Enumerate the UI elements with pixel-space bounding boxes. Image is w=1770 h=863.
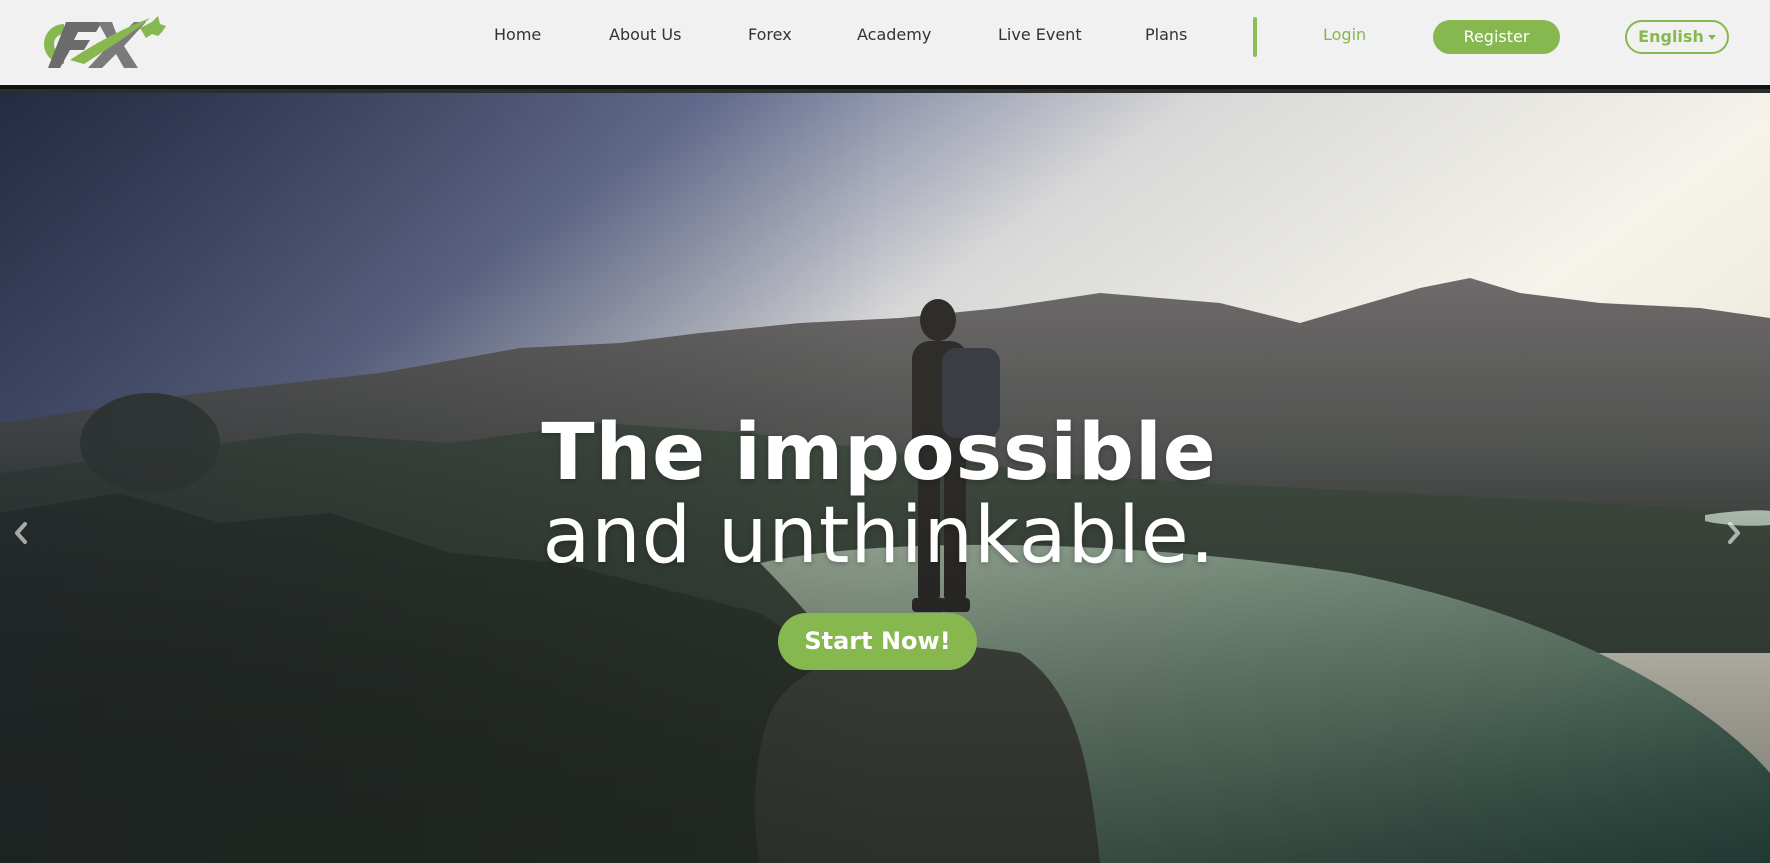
nav-item-about-us[interactable]: About Us: [609, 25, 681, 44]
language-label: English: [1638, 27, 1704, 46]
nav-item-live-event[interactable]: Live Event: [998, 25, 1082, 44]
hero-subtitle: and unthinkable.: [542, 491, 1216, 581]
nav-item-academy[interactable]: Academy: [857, 25, 931, 44]
carousel-prev-button[interactable]: [9, 518, 33, 548]
chevron-left-icon: [15, 522, 27, 544]
hero-title: The impossible: [541, 408, 1217, 498]
chevron-right-icon: [1728, 522, 1740, 544]
nav-item-forex[interactable]: Forex: [748, 25, 792, 44]
hero-banner: The impossible and unthinkable. Start No…: [0, 93, 1770, 863]
start-now-button[interactable]: Start Now!: [778, 613, 977, 670]
language-select[interactable]: English: [1625, 20, 1729, 54]
caret-down-icon: [1707, 35, 1716, 40]
main-nav: Home About Us Forex Academy Live Event P…: [0, 0, 1770, 72]
site-header: Home About Us Forex Academy Live Event P…: [0, 0, 1770, 89]
carousel-next-button[interactable]: [1722, 518, 1746, 548]
nav-item-home[interactable]: Home: [494, 25, 541, 44]
login-link[interactable]: Login: [1323, 25, 1366, 44]
nav-item-plans[interactable]: Plans: [1145, 25, 1187, 44]
register-button[interactable]: Register: [1433, 20, 1560, 54]
nav-divider: [1253, 17, 1257, 57]
